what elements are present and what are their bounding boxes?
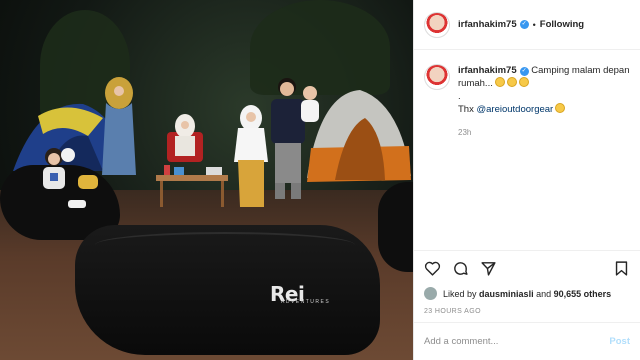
person-woman-yellow-hijab	[102, 77, 136, 175]
following-button[interactable]: Following	[540, 19, 584, 30]
post-photo[interactable]: Rei ADVENTURES	[0, 0, 413, 360]
post-header: irfanhakim75 ✓ • Following	[414, 0, 640, 50]
username-link[interactable]: irfanhakim75	[458, 19, 517, 30]
verified-badge-icon: ✓	[519, 67, 529, 76]
action-icons-row	[424, 259, 630, 277]
verified-badge-icon: ✓	[519, 20, 529, 29]
caption-username[interactable]: irfanhakim75	[458, 65, 517, 76]
camp-table-with-stove	[156, 165, 228, 207]
likes-count-link[interactable]: 90,655 others	[554, 289, 612, 299]
post-caption: irfanhakim75 ✓ Camping malam depan rumah.…	[414, 50, 640, 139]
heart-icon[interactable]	[424, 260, 441, 277]
bookmark-icon[interactable]	[613, 260, 630, 277]
black-air-sofa-right	[378, 182, 413, 272]
person-girl-chair	[167, 114, 203, 162]
user-avatar[interactable]	[424, 11, 450, 38]
caption-thanks: Thx	[458, 104, 474, 115]
comment-bar: Post	[414, 322, 640, 360]
laughing-emoji-icon	[555, 103, 566, 113]
header-separator: •	[532, 19, 536, 30]
comment-icon[interactable]	[452, 260, 469, 277]
caption-age: 23h	[458, 128, 472, 137]
instagram-post-view: Rei ADVENTURES irfanhakim75 ✓ • Followin…	[0, 0, 640, 360]
laughing-emoji-icon	[494, 77, 505, 87]
comment-input[interactable]	[424, 336, 610, 347]
share-icon[interactable]	[480, 260, 497, 277]
person-man-holding-child	[271, 78, 319, 199]
rei-logo-subtitle: ADVENTURES	[281, 299, 331, 305]
caption-body: irfanhakim75 ✓ Camping malam depan rumah.…	[458, 64, 630, 139]
post-sidebar: irfanhakim75 ✓ • Following irfanhakim75 ✓…	[413, 0, 640, 360]
laughing-emoji-icon	[506, 77, 517, 87]
post-comment-button[interactable]: Post	[609, 336, 630, 347]
liked-by-and: and	[536, 288, 552, 299]
likes-summary: Liked by dausminiasli and 90,655 others	[424, 287, 630, 300]
liker-avatar[interactable]	[424, 287, 437, 300]
mention-link[interactable]: @areioutdoorgear	[476, 104, 553, 115]
liked-by-prefix: Liked by	[443, 288, 477, 299]
post-timestamp: 23 HOURS AGO	[424, 308, 481, 315]
air-sofa-fold	[95, 232, 355, 258]
caption-dot: .	[458, 91, 461, 102]
caption-avatar[interactable]	[424, 64, 450, 90]
laughing-emoji-icon	[518, 77, 529, 87]
liked-by-user-link[interactable]: dausminiasli	[479, 289, 534, 299]
post-actions: Liked by dausminiasli and 90,655 others …	[414, 250, 640, 315]
